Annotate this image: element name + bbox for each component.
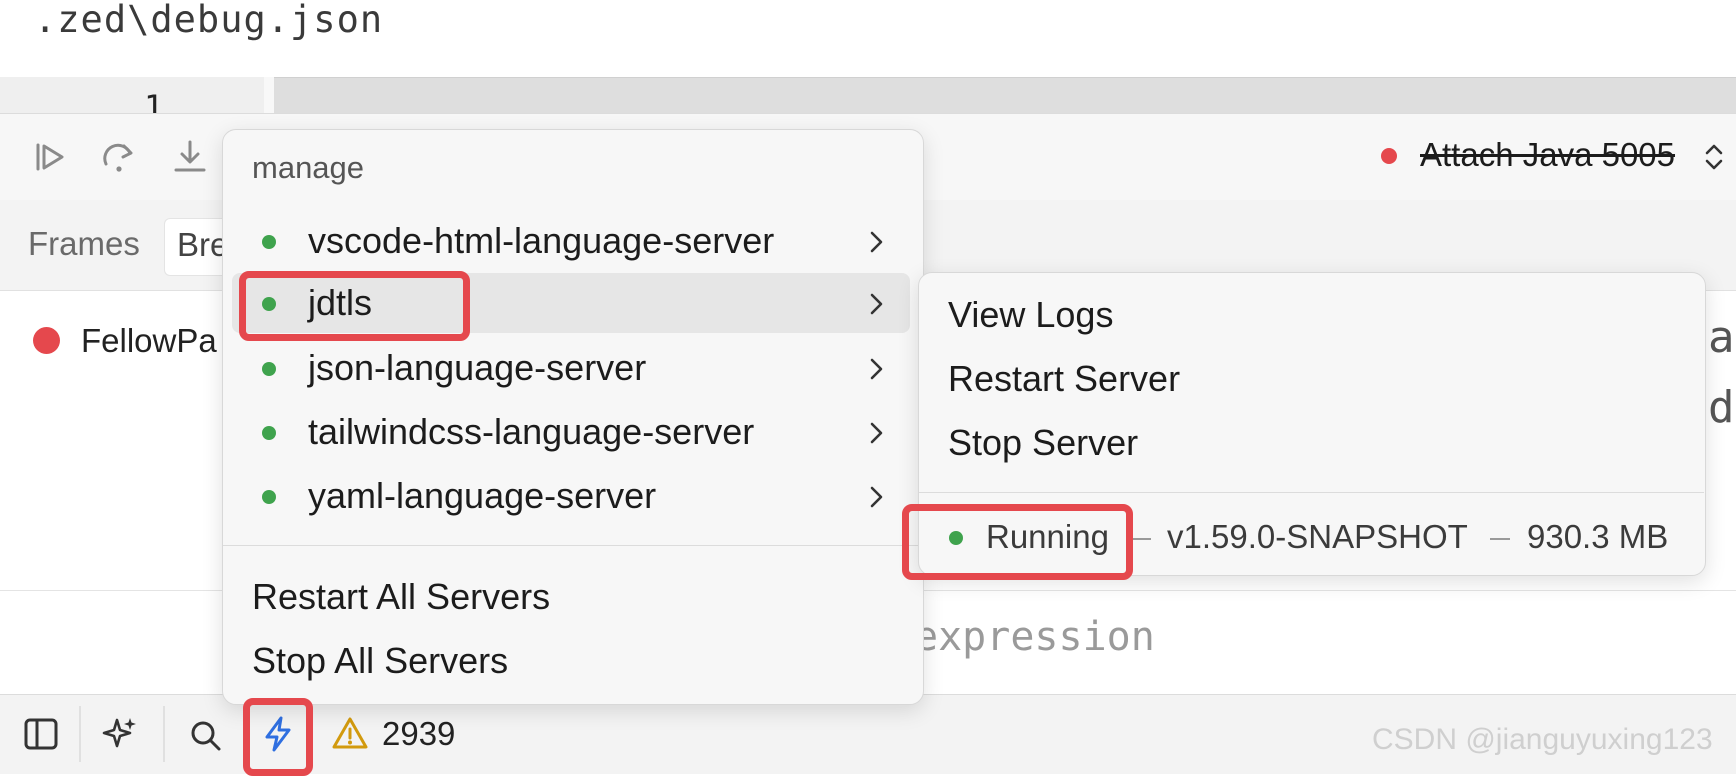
- server-item-jdtls[interactable]: jdtls: [232, 273, 910, 333]
- server-memory: 930.3 MB: [1527, 518, 1669, 555]
- step-into-icon[interactable]: [170, 137, 210, 177]
- restart-server-button[interactable]: Restart Server: [948, 358, 1180, 400]
- menu-heading: manage: [252, 150, 365, 185]
- server-item-tailwindcss-language-server[interactable]: tailwindcss-language-server: [232, 402, 910, 462]
- menu-divider: [223, 545, 922, 546]
- server-status-label: Running: [986, 518, 1109, 555]
- file-path: .zed\debug.json: [34, 0, 384, 41]
- stop-all-servers-button[interactable]: Stop All Servers: [252, 640, 508, 682]
- lightning-icon[interactable]: [258, 714, 298, 754]
- server-name: json-language-server: [308, 347, 647, 388]
- submenu-divider: [919, 492, 1704, 493]
- server-item-yaml-language-server[interactable]: yaml-language-server: [232, 466, 910, 526]
- tab-frames[interactable]: Frames: [28, 225, 140, 263]
- chevron-right-icon: [870, 358, 883, 380]
- debug-session-selector[interactable]: Attach Java 5005: [1420, 136, 1675, 174]
- chevron-right-icon: [870, 231, 883, 253]
- server-running-dot: [949, 531, 963, 545]
- chevron-right-icon: [870, 486, 883, 508]
- server-item-vscode-html-language-server[interactable]: vscode-html-language-server: [232, 211, 910, 271]
- chevron-up-down-icon[interactable]: [1702, 140, 1726, 174]
- status-separator: [163, 706, 165, 762]
- status-separator: [79, 706, 81, 762]
- server-name: yaml-language-server: [308, 475, 657, 516]
- step-over-icon[interactable]: [99, 137, 139, 177]
- server-version: v1.59.0-SNAPSHOT: [1167, 518, 1468, 555]
- stop-server-button[interactable]: Stop Server: [948, 422, 1138, 464]
- server-name: jdtls: [308, 282, 373, 323]
- warning-count[interactable]: 2939: [382, 715, 455, 753]
- server-name: tailwindcss-language-server: [308, 411, 755, 452]
- server-status-dot: [262, 297, 276, 311]
- watermark: CSDN @jianguyuxing123: [1372, 723, 1713, 756]
- status-separator-dash: [1131, 538, 1151, 540]
- session-status-dot: [1381, 148, 1397, 164]
- gutter-separator: [264, 77, 274, 113]
- frame-item-label[interactable]: FellowPa: [81, 322, 217, 360]
- clipped-text: a: [1708, 312, 1735, 363]
- server-status-dot: [262, 235, 276, 249]
- clipped-text: ds: [1708, 382, 1736, 433]
- server-name: vscode-html-language-server: [308, 220, 775, 261]
- chevron-right-icon: [870, 293, 883, 315]
- server-status-dot: [262, 426, 276, 440]
- search-icon[interactable]: [186, 716, 226, 756]
- status-separator-dash: [1490, 538, 1510, 540]
- warning-icon[interactable]: [330, 714, 370, 754]
- editor-gutter: [0, 77, 264, 113]
- server-item-json-language-server[interactable]: json-language-server: [232, 338, 910, 398]
- chevron-right-icon: [870, 422, 883, 444]
- continue-icon[interactable]: [30, 137, 70, 177]
- toggle-panel-icon[interactable]: [21, 714, 61, 754]
- restart-all-servers-button[interactable]: Restart All Servers: [252, 576, 550, 618]
- breakpoint-dot: [33, 327, 60, 354]
- expression-placeholder: expression: [914, 614, 1155, 660]
- server-status-dot: [262, 362, 276, 376]
- server-status-dot: [262, 490, 276, 504]
- ai-sparkle-icon[interactable]: [100, 714, 140, 754]
- view-logs-button[interactable]: View Logs: [948, 294, 1113, 336]
